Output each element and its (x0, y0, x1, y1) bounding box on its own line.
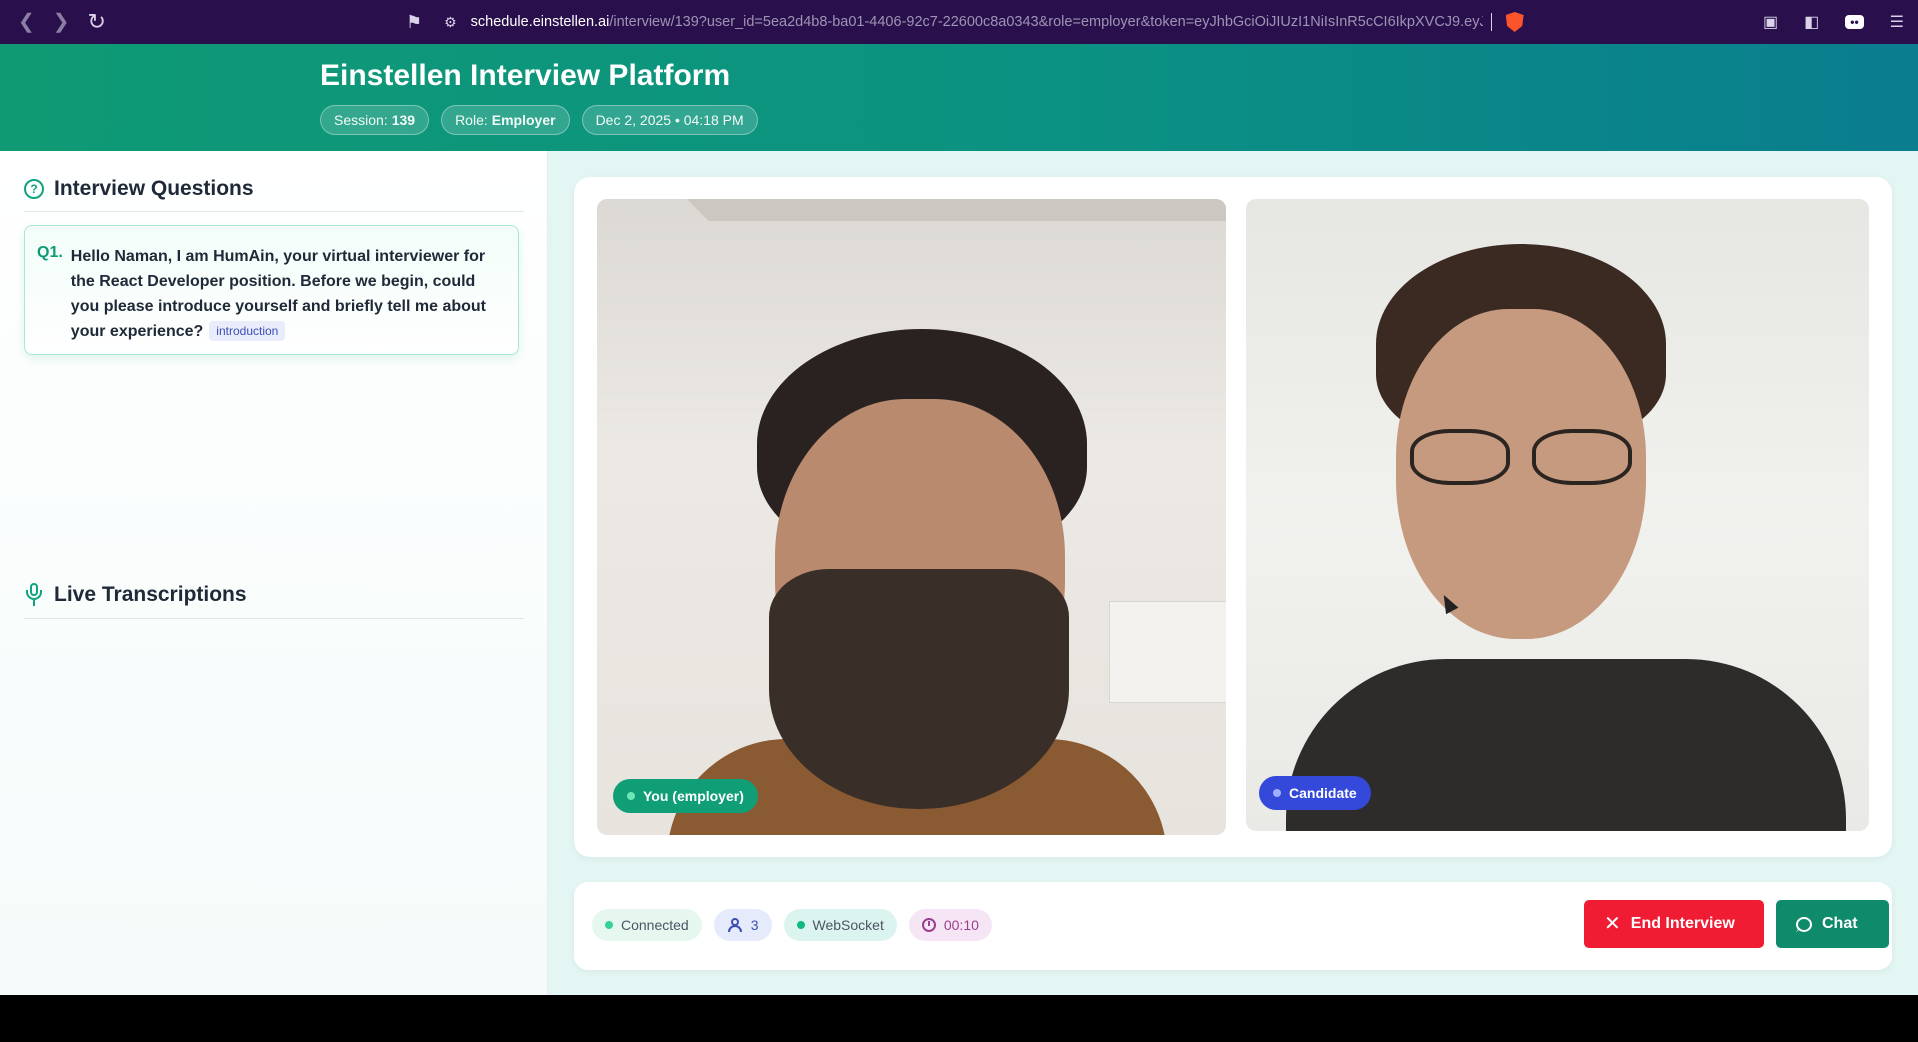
browser-nav: ❮ ❯ ↻ (18, 11, 106, 33)
self-video-label: You (employer) (613, 779, 758, 813)
datetime-value: Dec 2, 2025 • 04:18 PM (595, 112, 744, 128)
reload-icon[interactable]: ↻ (88, 11, 106, 33)
browser-toolbar: ❮ ❯ ↻ ⚑ ⚙ schedule.einstellen.ai/intervi… (0, 0, 1918, 44)
participants-chip: 3 (713, 909, 772, 941)
side-panel: ? Interview Questions Q1. Hello Naman, I… (0, 151, 548, 995)
role-value: Employer (491, 112, 556, 128)
candidate-video-label: Candidate (1259, 776, 1371, 810)
question-text-block: Hello Naman, I am HumAin, your virtual i… (71, 244, 502, 354)
bookmark-icon[interactable]: ⚑ (406, 12, 422, 33)
status-bar: Connected 3 WebSocket 00:10 ✕ End Interv… (574, 882, 1892, 970)
session-pill: Session: 139 (320, 105, 430, 135)
candidate-video[interactable]: Candidate (1246, 199, 1869, 831)
status-dot-icon (1273, 789, 1281, 797)
chat-button[interactable]: Chat (1776, 900, 1889, 948)
users-icon (727, 918, 743, 932)
timer-chip: 00:10 (908, 909, 992, 941)
question-tag: introduction (209, 321, 286, 341)
address-bar[interactable]: schedule.einstellen.ai/interview/139?use… (471, 14, 1483, 30)
end-interview-button[interactable]: ✕ End Interview (1584, 900, 1764, 948)
chat-label: Chat (1822, 915, 1858, 932)
questions-header: ? Interview Questions (24, 177, 254, 201)
question-card[interactable]: Q1. Hello Naman, I am HumAin, your virtu… (24, 225, 519, 355)
sidebar-toggle-icon[interactable]: ◧ (1804, 12, 1819, 32)
session-value: 139 (391, 112, 416, 128)
tab-icon[interactable]: ▣ (1763, 12, 1778, 32)
status-dot-icon (627, 792, 635, 800)
datetime-pill: Dec 2, 2025 • 04:18 PM (581, 105, 758, 135)
session-info: Session: 139 Role: Employer Dec 2, 2025 … (320, 105, 758, 135)
menu-icon[interactable]: ☰ (1890, 12, 1904, 32)
elapsed-time: 00:10 (943, 917, 979, 933)
app-header: Einstellen Interview Platform Session: 1… (0, 44, 1918, 151)
video-background-ceiling (687, 199, 1226, 221)
back-arrow-icon[interactable]: ❮ (18, 12, 35, 32)
transcriptions-header: Live Transcriptions (24, 583, 247, 607)
bottom-bar (0, 995, 1918, 1042)
transcriptions-heading: Live Transcriptions (54, 583, 247, 606)
wallet-icon[interactable]: •• (1845, 15, 1864, 29)
chat-bubble-icon (1796, 916, 1812, 932)
address-divider (1490, 13, 1492, 31)
role-label: Role: (455, 112, 488, 128)
questions-heading: Interview Questions (54, 177, 254, 200)
participants-count: 3 (750, 917, 759, 933)
end-interview-label: End Interview (1630, 915, 1735, 932)
brave-shield-icon[interactable] (1505, 12, 1524, 32)
connected-dot-icon (605, 921, 613, 929)
transport-dot-icon (796, 921, 805, 929)
role-pill: Role: Employer (441, 105, 570, 135)
microphone-icon (24, 583, 44, 607)
video-stage: You (employer) Candidate (574, 177, 1892, 857)
question-number: Q1. (37, 244, 63, 261)
self-video-label-text: You (employer) (643, 788, 744, 804)
questions-divider (24, 211, 524, 212)
transport-chip: WebSocket (783, 909, 897, 941)
page-title: Einstellen Interview Platform (320, 59, 731, 92)
transcriptions-divider (24, 618, 524, 619)
close-icon: ✕ (1604, 913, 1621, 935)
connection-status-text: Connected (621, 917, 689, 933)
self-video[interactable]: You (employer) (597, 199, 1226, 835)
browser-right-controls: ▣ ◧ •• ☰ (1763, 0, 1904, 44)
question-circle-icon: ? (24, 179, 44, 199)
status-chips: Connected 3 WebSocket 00:10 (592, 909, 992, 941)
forward-arrow-icon[interactable]: ❯ (53, 12, 70, 32)
session-label: Session: (334, 112, 388, 128)
candidate-video-label-text: Candidate (1289, 785, 1357, 801)
url-host: schedule.einstellen.ai (470, 14, 610, 30)
transport-text: WebSocket (812, 917, 884, 933)
site-settings-icon[interactable]: ⚙ (444, 14, 457, 31)
main-area: You (employer) Candidate Connected 3 Web… (548, 151, 1918, 995)
connection-status-chip: Connected (592, 909, 702, 941)
url-path: /interview/139?user_id=5ea2d4b8-ba01-440… (609, 14, 1483, 30)
video-background-switchboard (1109, 601, 1226, 703)
clock-icon (921, 918, 936, 932)
